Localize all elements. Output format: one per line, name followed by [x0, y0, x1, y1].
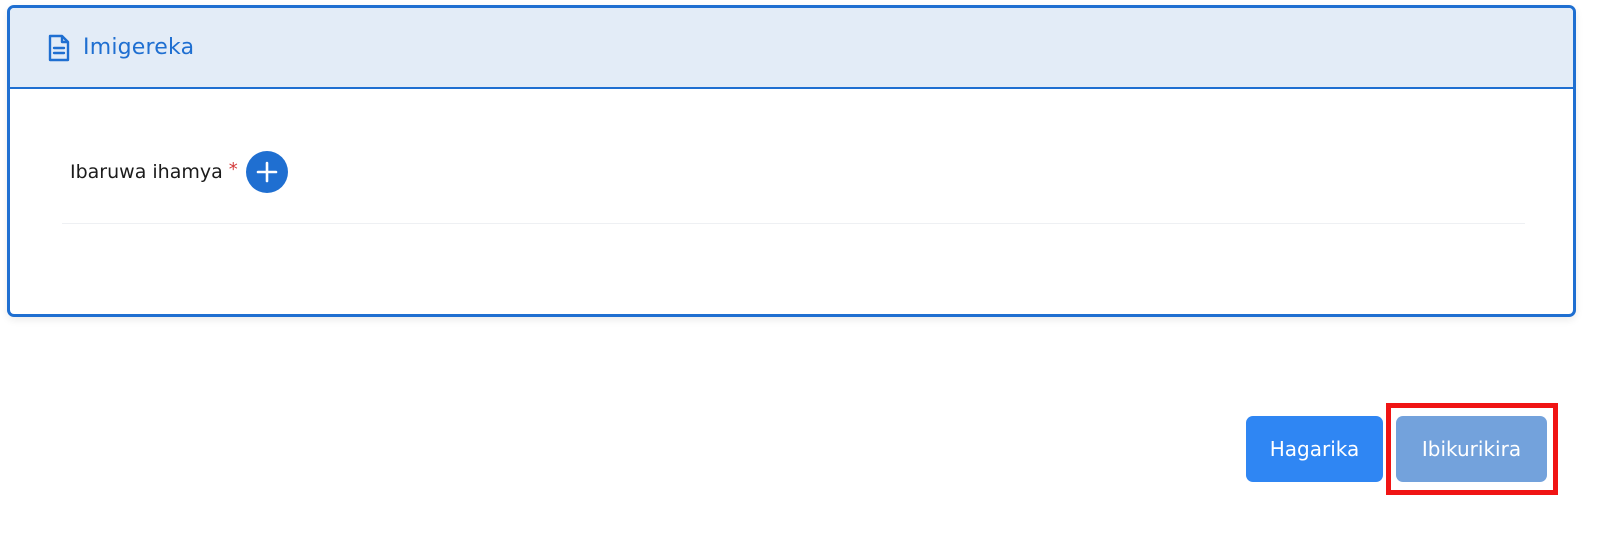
next-button[interactable]: Ibikurikira [1396, 416, 1547, 482]
attachments-card: Imigereka Ibaruwa ihamya * [7, 5, 1576, 317]
section-title: Imigereka [83, 35, 195, 60]
field-label: Ibaruwa ihamya [70, 161, 223, 183]
attachment-field-row: Ibaruwa ihamya * [70, 151, 288, 193]
required-indicator: * [228, 158, 238, 180]
card-body: Ibaruwa ihamya * [10, 89, 1573, 314]
divider [62, 223, 1525, 224]
add-attachment-button[interactable] [245, 151, 288, 193]
card-header: Imigereka [10, 8, 1573, 89]
document-icon [46, 33, 72, 63]
cancel-button[interactable]: Hagarika [1246, 416, 1383, 482]
plus-icon [256, 161, 278, 183]
